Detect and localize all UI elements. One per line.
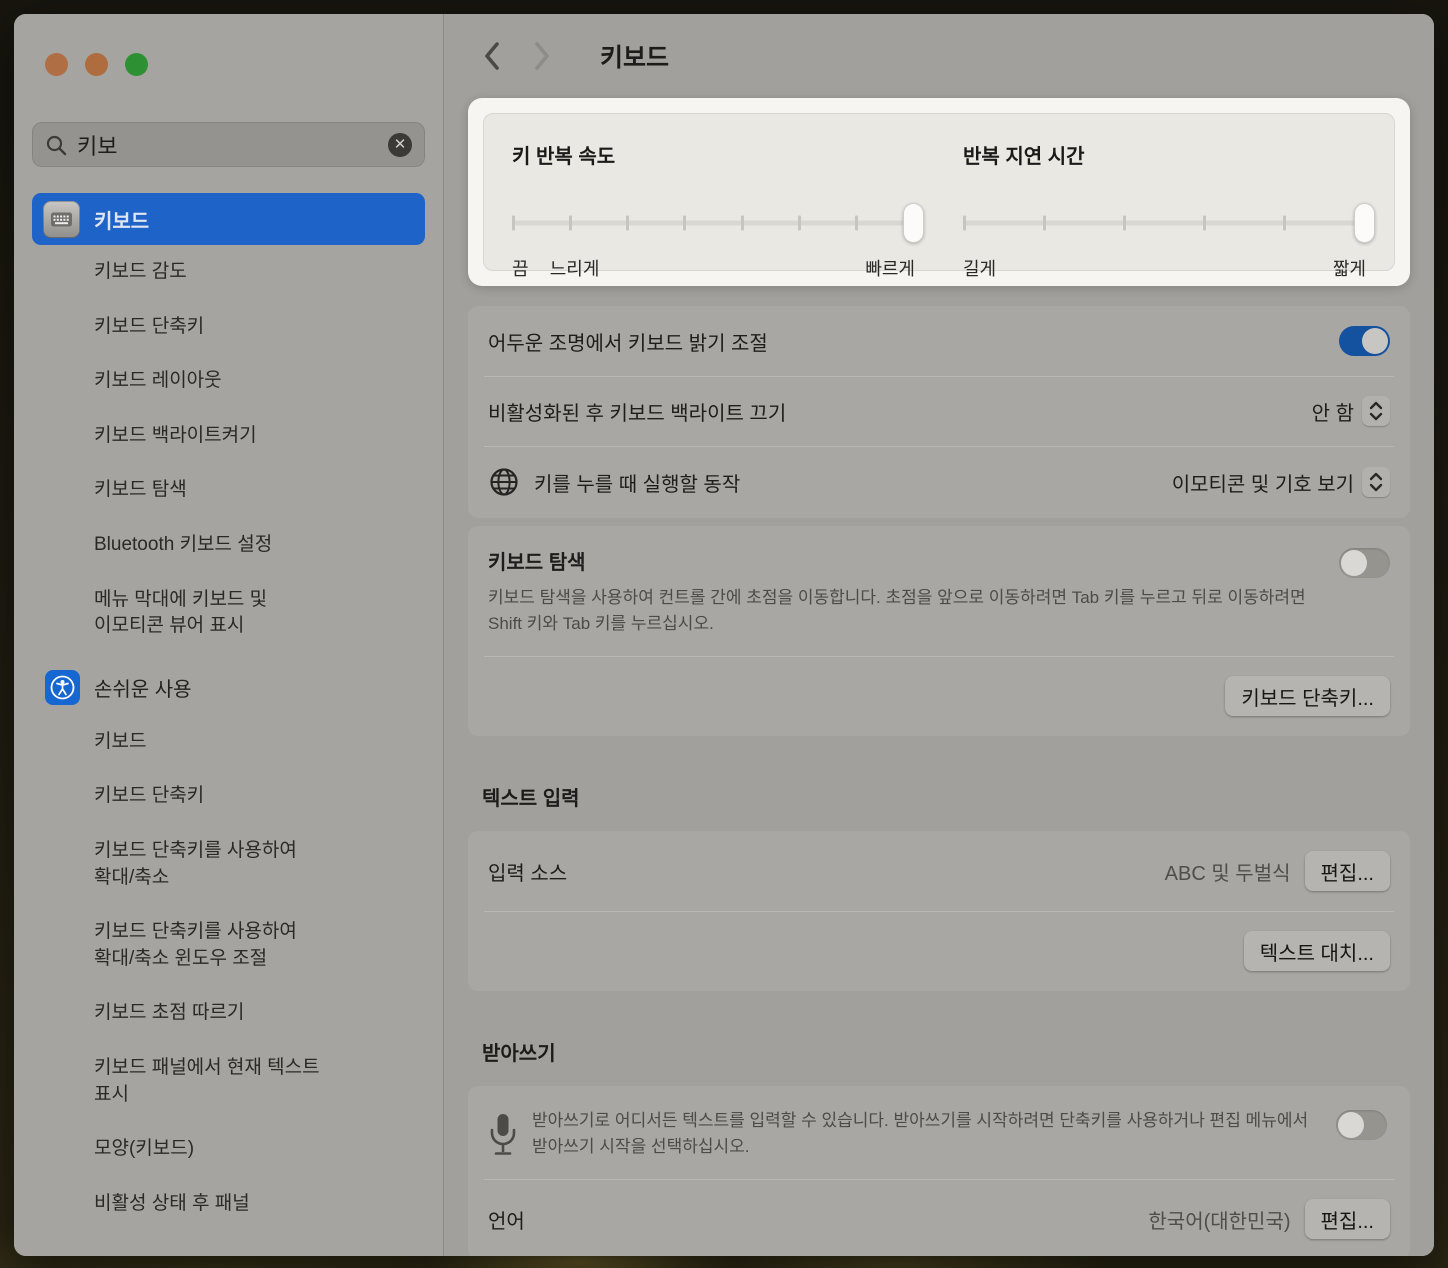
minimize-button[interactable] (85, 53, 108, 76)
traffic-lights (32, 14, 425, 76)
sidebar-item[interactable]: 키보드 감도 (32, 245, 425, 300)
edit-input-sources-button[interactable]: 편집... (1305, 851, 1390, 891)
sidebar-group-label: 손쉬운 사용 (94, 673, 192, 702)
brightness-row-label: 어두운 조명에서 키보드 밝기 조절 (488, 327, 768, 356)
sidebar-item[interactable]: 키보드 단축키 (32, 769, 425, 824)
sidebar-item[interactable]: 키보드 단축키를 사용하여 확대/축소 윈도우 조절 (32, 905, 425, 986)
key-repeat-highlight-panel: 키 반복 속도 끔 느리게 빠르게 반복 지연 시간 (468, 98, 1410, 286)
stepper-chevrons-icon[interactable] (1362, 396, 1390, 426)
close-button[interactable] (45, 53, 68, 76)
sidebar-item[interactable]: 키보드 (32, 715, 425, 770)
accessibility-icon (45, 670, 80, 705)
keyboard-settings-card: 어두운 조명에서 키보드 밝기 조절 비활성화된 후 키보드 백라이트 끄기 안… (468, 306, 1410, 518)
slider-label-fast: 빠르게 (865, 255, 915, 281)
keyboard-nav-label: 키보드 탐색 (488, 552, 586, 574)
sidebar-item[interactable]: 비활성 상태 후 패널 (32, 1177, 425, 1232)
sidebar-item[interactable]: 키보드 레이아웃 (32, 354, 425, 409)
stepper-chevrons-icon[interactable] (1362, 467, 1390, 497)
key-repeat-slider-thumb[interactable] (903, 203, 924, 243)
sidebar-item[interactable]: Bluetooth 키보드 설정 (32, 518, 425, 573)
sidebar-group-accessibility[interactable]: 손쉬운 사용 (32, 654, 425, 715)
backlight-off-popup[interactable]: 안 함 (1312, 396, 1390, 426)
input-source-label: 입력 소스 (488, 857, 567, 886)
search-field[interactable]: ✕ (32, 122, 425, 167)
delay-slider[interactable] (963, 203, 1366, 243)
keyboard-nav-toggle[interactable] (1339, 548, 1390, 578)
page-title: 키보드 (600, 38, 669, 74)
sidebar-item[interactable]: 키보드 단축키를 사용하여 확대/축소 (32, 824, 425, 905)
microphone-icon (488, 1112, 518, 1158)
dictation-toggle[interactable] (1336, 1110, 1387, 1140)
delay-label: 반복 지연 시간 (963, 140, 1366, 169)
zoom-button[interactable] (125, 53, 148, 76)
dictation-heading: 받아쓰기 (482, 1037, 1410, 1066)
sidebar-item[interactable]: 키보드 패널에서 현재 텍스트 표시 (32, 1041, 425, 1122)
delay-slider-thumb[interactable] (1354, 203, 1375, 243)
slider-label-off: 끔 (512, 255, 529, 281)
keyboard-shortcuts-button[interactable]: 키보드 단축키... (1225, 676, 1390, 716)
backlight-off-row-label: 비활성화된 후 키보드 백라이트 끄기 (488, 397, 786, 426)
backlight-off-value: 안 함 (1312, 397, 1354, 426)
back-chevron-icon[interactable] (482, 39, 504, 73)
input-source-value: ABC 및 두벌식 (1165, 857, 1291, 886)
dictation-language-value: 한국어(대한민국) (1148, 1205, 1290, 1234)
sidebar-item[interactable]: 키보드 단축키 (32, 300, 425, 355)
text-replacement-button[interactable]: 텍스트 대치... (1244, 931, 1390, 971)
key-repeat-slider[interactable] (512, 203, 915, 243)
text-input-heading: 텍스트 입력 (482, 782, 1410, 811)
sidebar-item[interactable]: 메뉴 막대에 키보드 및 이모티콘 뷰어 표시 (32, 573, 425, 654)
brightness-toggle[interactable] (1339, 326, 1390, 356)
sidebar-item[interactable]: 모양(키보드) (32, 1122, 425, 1177)
globe-icon (488, 466, 520, 498)
key-repeat-label: 키 반복 속도 (512, 140, 915, 169)
sidebar-selected-label: 키보드 (94, 205, 149, 234)
edit-dictation-language-button[interactable]: 편집... (1305, 1199, 1390, 1239)
dictation-card: 받아쓰기로 어디서든 텍스트를 입력할 수 있습니다. 받아쓰기를 시작하려면 … (468, 1086, 1410, 1256)
keyboard-nav-description: 키보드 탐색을 사용하여 컨트롤 간에 초점을 이동합니다. 초점을 앞으로 이… (488, 585, 1318, 636)
keyboard-icon (43, 201, 80, 238)
forward-chevron-icon[interactable] (532, 39, 554, 73)
content-header: 키보드 (468, 14, 1410, 98)
system-settings-window: ✕ 키보드 키보드 감도 키보드 단축키 키보드 레이아웃 키보드 백라이트켜기… (14, 14, 1434, 1256)
keyboard-navigation-card: 키보드 탐색 키보드 탐색을 사용하여 컨트롤 간에 초점을 이동합니다. 초점… (468, 526, 1410, 736)
globe-action-popup[interactable]: 이모티콘 및 기호 보기 (1172, 467, 1390, 497)
globe-action-value: 이모티콘 및 기호 보기 (1172, 468, 1354, 497)
content-pane: 키보드 키 반복 속도 끔 느리게 빠르게 (444, 14, 1434, 1256)
sidebar: ✕ 키보드 키보드 감도 키보드 단축키 키보드 레이아웃 키보드 백라이트켜기… (14, 14, 444, 1256)
search-icon (45, 134, 67, 156)
sidebar-item-keyboard-selected[interactable]: 키보드 (32, 193, 425, 245)
sidebar-item[interactable]: 키보드 초점 따르기 (32, 986, 425, 1041)
slider-label-long: 길게 (963, 255, 996, 281)
clear-search-icon[interactable]: ✕ (388, 133, 412, 157)
text-input-card: 입력 소스 ABC 및 두벌식 편집... 텍스트 대치... (468, 831, 1410, 991)
slider-label-slow: 느리게 (550, 255, 600, 281)
globe-row-label: 키를 누를 때 실행할 동작 (534, 468, 740, 497)
dictation-language-label: 언어 (488, 1205, 525, 1234)
sidebar-item[interactable]: 키보드 백라이트켜기 (32, 409, 425, 464)
dictation-description: 받아쓰기로 어디서든 텍스트를 입력할 수 있습니다. 받아쓰기를 시작하려면 … (532, 1108, 1322, 1159)
search-input[interactable] (77, 132, 378, 158)
sidebar-item[interactable]: 키보드 탐색 (32, 463, 425, 518)
slider-label-short: 짧게 (1333, 255, 1366, 281)
